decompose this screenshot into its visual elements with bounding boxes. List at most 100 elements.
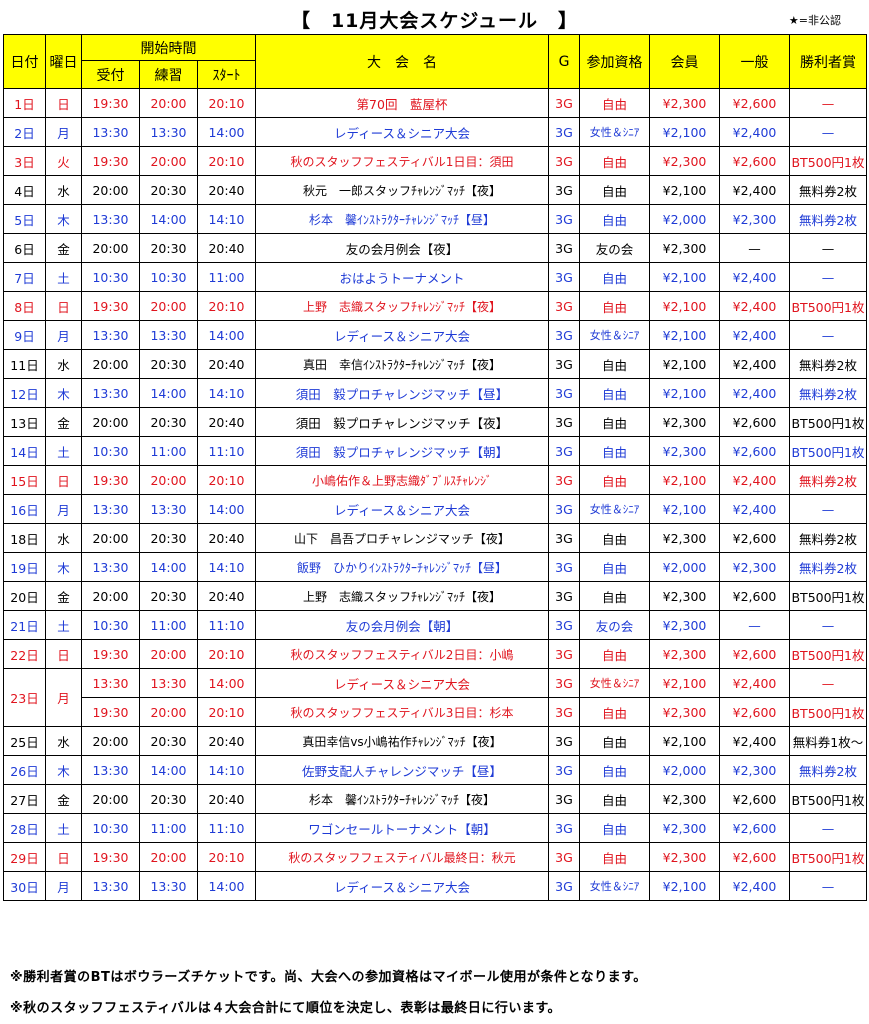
cell-start: 20:10 bbox=[197, 146, 256, 176]
cell-prize: BT500円1枚 bbox=[789, 697, 867, 727]
cell-general-fee: ¥2,400 bbox=[719, 378, 790, 408]
cell-games: 3G bbox=[548, 146, 580, 176]
cell-practice: 13:30 bbox=[139, 320, 198, 350]
table-row: 13日金 20:00 20:30 20:40 須田 毅プロチャレンジマッチ【夜】 3G 自由… bbox=[3, 407, 867, 437]
cell-prize: BT500円1枚 bbox=[789, 842, 867, 872]
cell-practice: 20:30 bbox=[139, 581, 198, 611]
cell-start: 14:10 bbox=[197, 378, 256, 408]
cell-qualification: 自由 bbox=[579, 726, 650, 756]
cell-start: 11:00 bbox=[197, 262, 256, 292]
table-row: 2日月 13:30 13:30 14:00 レディース＆シニア大会 3G 女性＆ｼﾆｱ ¥2,… bbox=[3, 117, 867, 147]
cell-date: 27日 bbox=[3, 784, 46, 814]
cell-member-fee: ¥2,300 bbox=[649, 813, 720, 843]
table-row: 21日土 10:30 11:00 11:10 友の会月例会【朝】 3G 友の会 ¥2,300—… bbox=[3, 610, 867, 640]
cell-general-fee: ¥2,600 bbox=[719, 697, 790, 727]
table-row: 23日月 13:30 13:30 14:00 レディース＆シニア大会 3G 女性＆ｼﾆｱ ¥2… bbox=[3, 668, 867, 727]
cell-weekday: 月 bbox=[45, 668, 82, 727]
cell-start: 20:40 bbox=[197, 349, 256, 379]
cell-date: 12日 bbox=[3, 378, 46, 408]
cell-name: 山下 昌吾プロチャレンジマッチ【夜】 bbox=[255, 523, 549, 553]
cell-date: 7日 bbox=[3, 262, 46, 292]
cell-start: 14:00 bbox=[197, 320, 256, 350]
cell-date: 16日 bbox=[3, 494, 46, 524]
cell-member-fee: ¥2,100 bbox=[649, 349, 720, 379]
schedule-body: 1日日 19:30 20:00 20:10 第70回 藍屋杯 3G 自由 ¥2,300 ¥2,6… bbox=[3, 88, 867, 901]
cell-reception: 13:30 bbox=[81, 552, 140, 582]
cell-reception: 10:30 bbox=[81, 610, 140, 640]
table-row: 12日木 13:30 14:00 14:10 須田 毅プロチャレンジマッチ【昼】 3G 自由… bbox=[3, 378, 867, 408]
cell-prize: — bbox=[789, 494, 867, 524]
cell-general-fee: ¥2,600 bbox=[719, 842, 790, 872]
table-row: 18日水 20:00 20:30 20:40 山下 昌吾プロチャレンジマッチ【夜】 3G 自… bbox=[3, 523, 867, 553]
cell-prize: BT500円1枚 bbox=[789, 407, 867, 437]
cell-prize: 無料券2枚 bbox=[789, 755, 867, 785]
cell-games: 3G bbox=[548, 233, 580, 263]
cell-reception: 20:00 bbox=[81, 581, 140, 611]
table-row: 15日日 19:30 20:00 20:10 小嶋佑作＆上野志織ﾀﾞﾌﾞﾙｽﾁｬﾚﾝｼﾞ… bbox=[3, 465, 867, 495]
cell-games: 3G bbox=[548, 842, 580, 872]
cell-qualification: 自由 bbox=[579, 146, 650, 176]
cell-member-fee: ¥2,300 bbox=[649, 697, 720, 727]
cell-qualification: 自由 bbox=[579, 755, 650, 785]
cell-member-fee: ¥2,000 bbox=[649, 552, 720, 582]
cell-name: 佐野支配人チャレンジマッチ【昼】 bbox=[255, 755, 549, 785]
cell-general-fee: ¥2,400 bbox=[719, 175, 790, 205]
cell-games: 3G bbox=[548, 291, 580, 321]
cell-weekday: 金 bbox=[45, 233, 82, 263]
cell-date: 28日 bbox=[3, 813, 46, 843]
table-row: 7日土 10:30 10:30 11:00 おはようトーナメント 3G 自由 ¥2,100 ¥2… bbox=[3, 262, 867, 292]
cell-member-fee: ¥2,300 bbox=[649, 610, 720, 640]
cell-start: 14:00 bbox=[197, 494, 256, 524]
cell-general-fee: ¥2,600 bbox=[719, 813, 790, 843]
cell-qualification: 自由 bbox=[579, 436, 650, 466]
cell-name: 須田 毅プロチャレンジマッチ【朝】 bbox=[255, 436, 549, 466]
cell-qualification: 女性＆ｼﾆｱ bbox=[579, 320, 650, 350]
cell-games: 3G bbox=[548, 639, 580, 669]
cell-name: 上野 志織スタッフﾁｬﾚﾝｼﾞﾏｯﾁ【夜】 bbox=[255, 291, 549, 321]
cell-qualification: 自由 bbox=[579, 465, 650, 495]
cell-start: 20:40 bbox=[197, 581, 256, 611]
cell-qualification: 自由 bbox=[579, 784, 650, 814]
cell-prize: BT500円1枚 bbox=[789, 291, 867, 321]
cell-practice: 13:30 bbox=[139, 668, 198, 698]
cell-general-fee: ¥2,300 bbox=[719, 552, 790, 582]
cell-start: 20:10 bbox=[197, 639, 256, 669]
cell-general-fee: — bbox=[719, 610, 790, 640]
cell-practice: 20:30 bbox=[139, 233, 198, 263]
table-row: 30日月 13:30 13:30 14:00 レディース＆シニア大会 3G 女性＆ｼﾆｱ ¥2… bbox=[3, 871, 867, 901]
cell-games: 3G bbox=[548, 726, 580, 756]
cell-reception: 19:30 bbox=[81, 639, 140, 669]
cell-weekday: 土 bbox=[45, 436, 82, 466]
cell-general-fee: ¥2,400 bbox=[719, 668, 790, 698]
header-start: ｽﾀｰﾄ bbox=[197, 60, 256, 89]
cell-practice: 14:00 bbox=[139, 552, 198, 582]
cell-member-fee: ¥2,100 bbox=[649, 117, 720, 147]
cell-prize: — bbox=[789, 117, 867, 147]
cell-games: 3G bbox=[548, 523, 580, 553]
table-row: 9日月 13:30 13:30 14:00 レディース＆シニア大会 3G 女性＆ｼﾆｱ ¥2,… bbox=[3, 320, 867, 350]
cell-reception: 13:30 bbox=[81, 117, 140, 147]
cell-reception: 13:30 bbox=[81, 871, 140, 901]
cell-member-fee: ¥2,100 bbox=[649, 726, 720, 756]
cell-start: 14:10 bbox=[197, 755, 256, 785]
cell-reception: 13:30 bbox=[81, 494, 140, 524]
cell-games: 3G bbox=[548, 204, 580, 234]
header-date: 日付 bbox=[3, 34, 46, 89]
cell-weekday: 日 bbox=[45, 639, 82, 669]
cell-practice: 20:00 bbox=[139, 291, 198, 321]
cell-member-fee: ¥2,100 bbox=[649, 668, 720, 698]
cell-start: 20:10 bbox=[197, 88, 256, 118]
cell-weekday: 日 bbox=[45, 465, 82, 495]
cell-reception: 20:00 bbox=[81, 523, 140, 553]
cell-practice: 13:30 bbox=[139, 117, 198, 147]
table-row: 19日木 13:30 14:00 14:10 飯野 ひかりｲﾝｽﾄﾗｸﾀｰﾁｬﾚﾝｼﾞﾏ… bbox=[3, 552, 867, 582]
header-practice: 練習 bbox=[139, 60, 198, 89]
cell-qualification: 自由 bbox=[579, 523, 650, 553]
cell-name: レディース＆シニア大会 bbox=[255, 117, 549, 147]
cell-date: 9日 bbox=[3, 320, 46, 350]
cell-reception: 20:00 bbox=[81, 175, 140, 205]
cell-start: 20:40 bbox=[197, 784, 256, 814]
cell-reception: 20:00 bbox=[81, 726, 140, 756]
cell-member-fee: ¥2,300 bbox=[649, 784, 720, 814]
cell-name: おはようトーナメント bbox=[255, 262, 549, 292]
